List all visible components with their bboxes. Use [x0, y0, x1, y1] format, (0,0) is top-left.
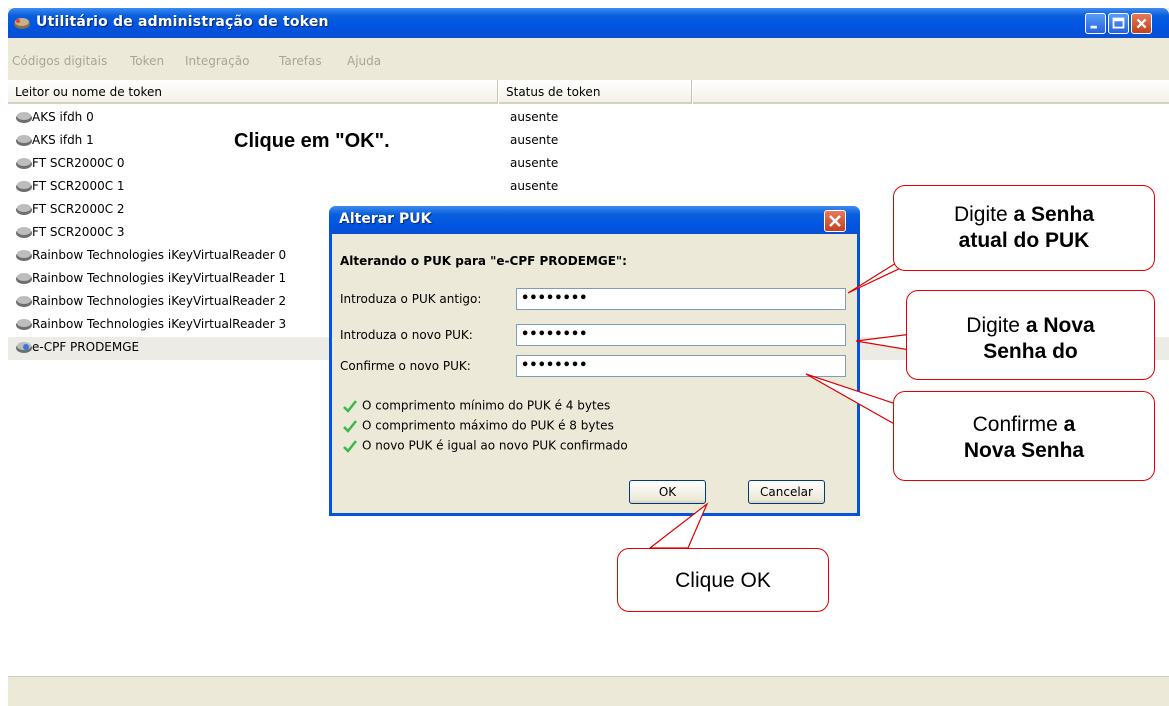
title-bar[interactable]: Utilitário de administração de token — [8, 8, 1169, 38]
token-reader-icon — [16, 135, 32, 146]
token-reader-icon — [16, 319, 32, 330]
dialog-body: Alterando o PUK para "e-CPF PRODEMGE": I… — [332, 234, 857, 513]
menu-integracao[interactable]: Integração — [185, 54, 249, 68]
token-reader-icon — [16, 204, 32, 215]
menu-tarefas[interactable]: Tarefas — [279, 54, 322, 68]
token-reader-icon — [16, 181, 32, 192]
token-reader-icon — [16, 250, 32, 261]
check-min-length: O comprimento mínimo do PUK é 4 bytes — [342, 398, 610, 413]
menu-ajuda[interactable]: Ajuda — [347, 54, 381, 68]
close-icon — [829, 215, 841, 227]
ok-button[interactable]: OK — [629, 480, 706, 504]
token-reader-icon — [16, 273, 32, 284]
dialog-heading: Alterando o PUK para "e-CPF PRODEMGE": — [340, 254, 627, 268]
column-header-name[interactable]: Leitor ou nome de token — [8, 80, 498, 104]
list-item[interactable]: FT SCR2000C 0 ausente — [8, 153, 1169, 176]
instruction-text: Clique em "OK". — [234, 130, 390, 152]
close-button[interactable] — [1131, 13, 1152, 34]
check-max-length: O comprimento máximo do PUK é 8 bytes — [342, 418, 614, 433]
checkmark-icon — [343, 419, 357, 433]
menu-token[interactable]: Token — [130, 54, 164, 68]
token-app-icon — [14, 18, 30, 29]
token-inserted-icon — [16, 342, 32, 353]
change-puk-dialog: Alterar PUK Alterando o PUK para "e-CPF … — [329, 206, 860, 516]
column-header-empty — [693, 80, 1169, 104]
status-bar — [8, 676, 1169, 706]
token-reader-icon — [16, 158, 32, 169]
callout-new-puk: Digite a Nova Senha do — [906, 290, 1155, 380]
token-reader-icon — [16, 296, 32, 307]
minimize-icon — [1090, 25, 1097, 29]
token-reader-icon — [16, 227, 32, 238]
check-match: O novo PUK é igual ao novo PUK confirmad… — [342, 438, 628, 453]
column-header-status[interactable]: Status de token — [499, 80, 692, 104]
close-icon — [1136, 18, 1147, 29]
callout-old-puk: Digite a Senha atual do PUK — [893, 185, 1155, 271]
list-item[interactable]: AKS ifdh 0 ausente — [8, 107, 1169, 130]
confirm-puk-label: Confirme o novo PUK: — [340, 359, 471, 373]
cancel-button[interactable]: Cancelar — [748, 480, 825, 504]
old-puk-label: Introduza o PUK antigo: — [340, 292, 482, 306]
checkmark-icon — [343, 399, 357, 413]
dialog-close-button[interactable] — [824, 210, 846, 232]
dialog-title: Alterar PUK — [339, 211, 432, 227]
minimize-button[interactable] — [1085, 13, 1106, 34]
maximize-icon — [1112, 17, 1125, 29]
new-puk-input[interactable]: •••••••• — [516, 324, 846, 346]
new-puk-label: Introduza o novo PUK: — [340, 328, 473, 342]
menu-codigos-digitais[interactable]: Códigos digitais — [12, 54, 107, 68]
token-reader-icon — [16, 112, 32, 123]
confirm-puk-input[interactable]: •••••••• — [516, 355, 846, 377]
callout-click-ok: Clique OK — [617, 548, 829, 612]
maximize-button[interactable] — [1108, 13, 1129, 34]
old-puk-input[interactable]: •••••••• — [516, 288, 846, 310]
dialog-title-bar[interactable]: Alterar PUK — [329, 206, 860, 234]
checkmark-icon — [343, 439, 357, 453]
list-item[interactable]: AKS ifdh 1 ausente — [8, 130, 1169, 153]
callout-confirm-puk: Confirme a Nova Senha — [893, 391, 1155, 481]
window-title: Utilitário de administração de token — [36, 14, 329, 30]
menu-bar: Códigos digitais Token Integração Tarefa… — [8, 50, 1169, 72]
